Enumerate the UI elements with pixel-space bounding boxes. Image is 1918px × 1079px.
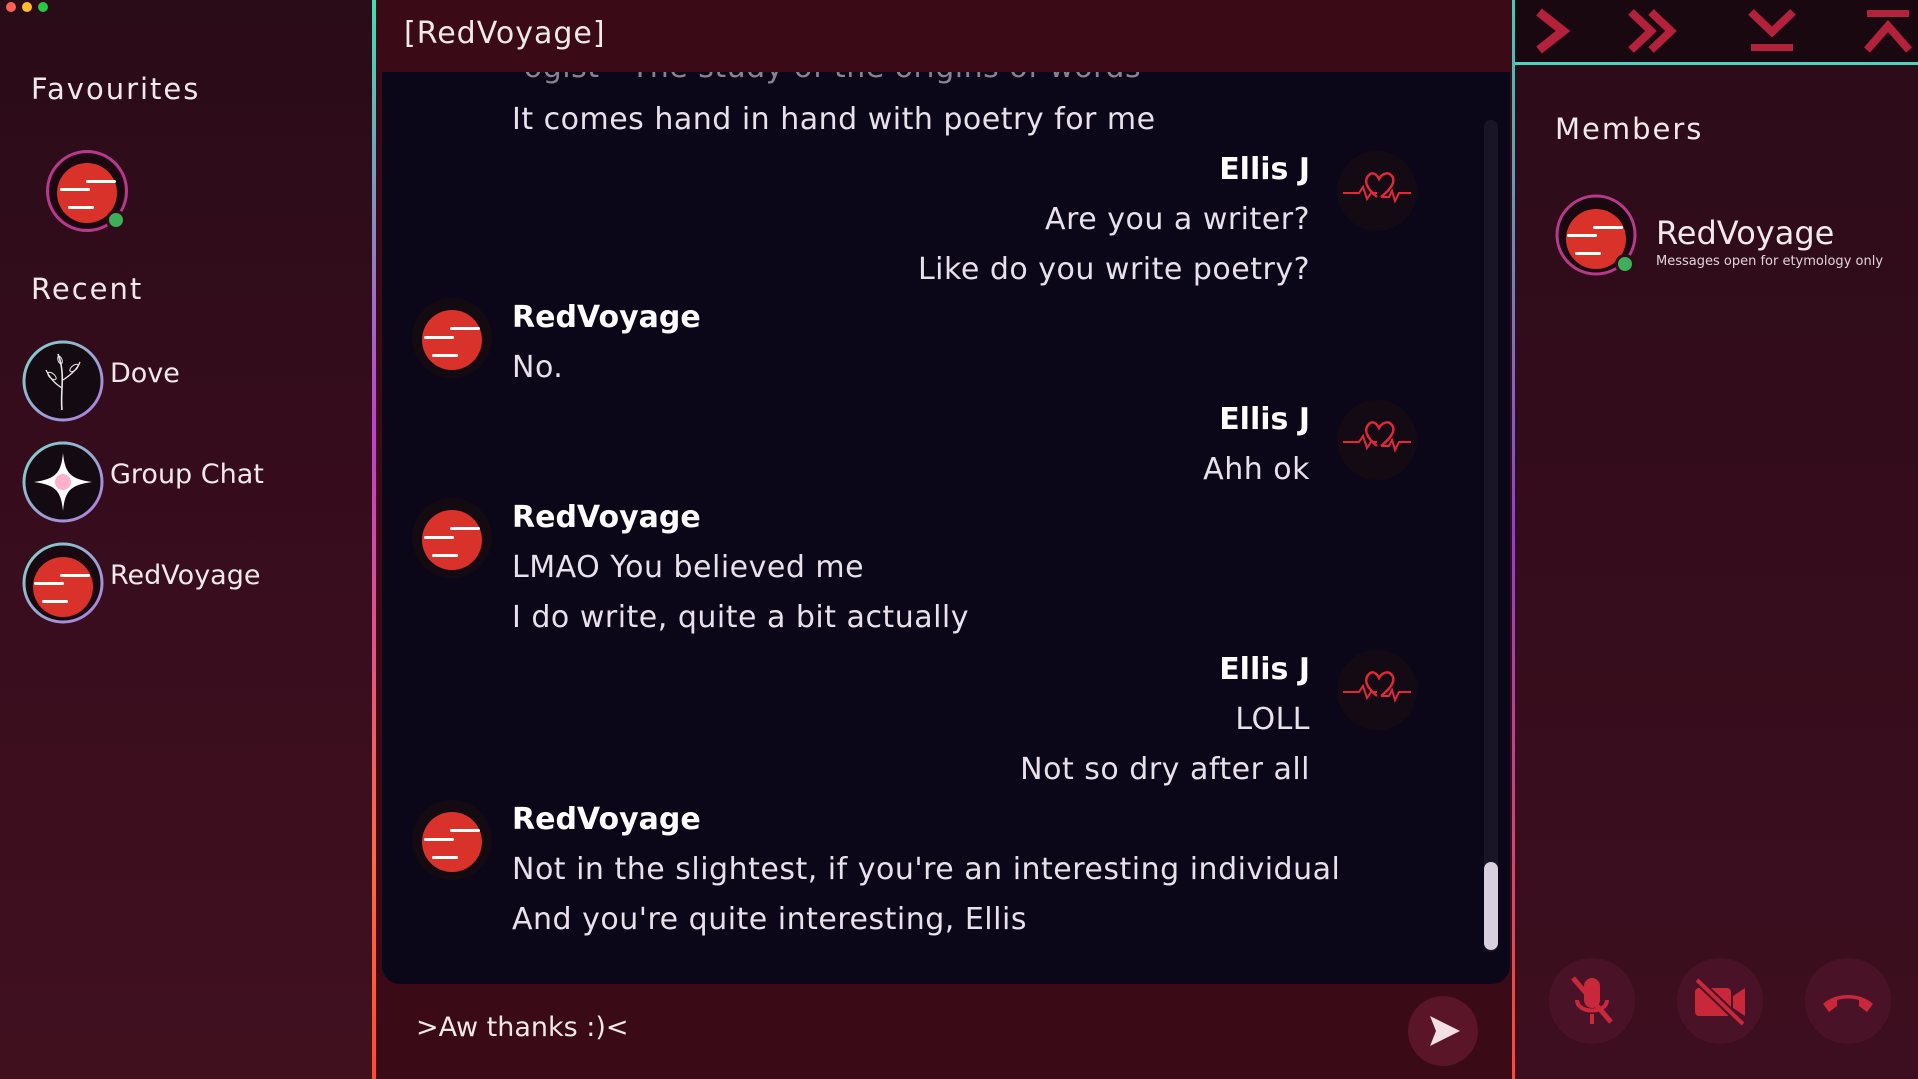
message-author: RedVoyage [512,802,701,837]
sidebar: Favourites Recent Dove Group Chat RedVoy… [0,0,372,1079]
heart-ecg-avatar-icon [1337,650,1417,730]
chevron-down-bar-icon[interactable] [1743,6,1801,56]
message-author: Ellis J [1219,402,1310,437]
close-window-dot[interactable] [6,2,16,12]
favourites-title: Favourites [31,72,201,106]
phone-hangup-icon [1823,995,1873,1012]
minimize-window-dot[interactable] [22,2,32,12]
message-author: Ellis J [1219,652,1310,687]
video-off-icon [1694,977,1746,1027]
members-title: Members [1555,112,1704,146]
scrollbar-thumb[interactable] [1484,862,1498,950]
recent-title: Recent [31,272,144,306]
message-text: Ahh ok [1203,452,1310,487]
window-controls [6,2,48,12]
recent-item-group-chat[interactable]: Group Chat [22,441,352,523]
online-status-dot [106,210,126,230]
message-text: I do write, quite a bit actually [512,600,970,635]
member-status-text: Messages open for etymology only [1656,254,1884,269]
message-text: Are you a writer? [1045,202,1310,237]
recent-item-label: Group Chat [110,459,264,490]
chevron-up-bar-icon[interactable] [1859,6,1917,56]
recent-item-label: RedVoyage [110,560,261,591]
red-sun-avatar-icon [412,498,492,578]
maximize-window-dot[interactable] [38,2,48,12]
recent-item-label: Dove [110,358,180,389]
message-text: And you're quite interesting, Ellis [512,902,1027,937]
scrollbar-track[interactable] [1484,120,1498,952]
favourite-redvoyage[interactable] [46,150,128,232]
sparkle-star-avatar-icon [22,441,104,523]
red-sun-avatar-icon [412,800,492,880]
message-composer [376,984,1512,1079]
online-status-dot [1615,254,1635,274]
recent-item-dove[interactable]: Dove [22,340,352,422]
heart-ecg-avatar-icon [1337,151,1417,231]
message-text: LOLL [1235,702,1310,737]
plant-sketch-avatar-icon [22,340,104,422]
chevron-right-icon[interactable] [1525,6,1583,56]
message-text: Like do you write poetry? [917,252,1310,287]
red-sun-avatar-icon [22,542,104,624]
member-name: RedVoyage [1656,214,1835,252]
mute-microphone-button[interactable] [1549,958,1635,1044]
end-call-button[interactable] [1805,958,1891,1044]
message-text-partial: -ogist - The study of the origins of wor… [512,72,1141,85]
message-text: LMAO You believed me [512,550,865,585]
members-panel: Members RedVoyage Messages open for etym… [1512,0,1918,1079]
heart-ecg-avatar-icon [1337,400,1417,480]
message-input[interactable] [414,1004,1318,1050]
panel-toolbar [1515,0,1918,65]
send-button[interactable] [1408,996,1478,1066]
red-sun-avatar-icon [412,298,492,378]
chat-panel: [RedVoyage] -ogist - The study of the or… [372,0,1512,1079]
message-text: It comes hand in hand with poetry for me [512,102,1156,137]
message-text: No. [512,350,564,385]
message-list[interactable]: -ogist - The study of the origins of wor… [382,72,1510,984]
chat-header: [RedVoyage] [376,0,1512,72]
chat-title: [RedVoyage] [404,16,606,51]
microphone-off-icon [1571,976,1613,1024]
toggle-camera-button[interactable] [1677,958,1763,1044]
double-chevron-right-icon[interactable] [1625,6,1683,56]
send-arrow-icon [1430,1016,1460,1046]
message-author: Ellis J [1219,152,1310,187]
recent-item-redvoyage[interactable]: RedVoyage [22,542,352,624]
message-text: Not so dry after all [1020,752,1310,787]
message-author: RedVoyage [512,500,701,535]
message-author: RedVoyage [512,300,701,335]
message-text: Not in the slightest, if you're an inter… [512,852,1341,887]
